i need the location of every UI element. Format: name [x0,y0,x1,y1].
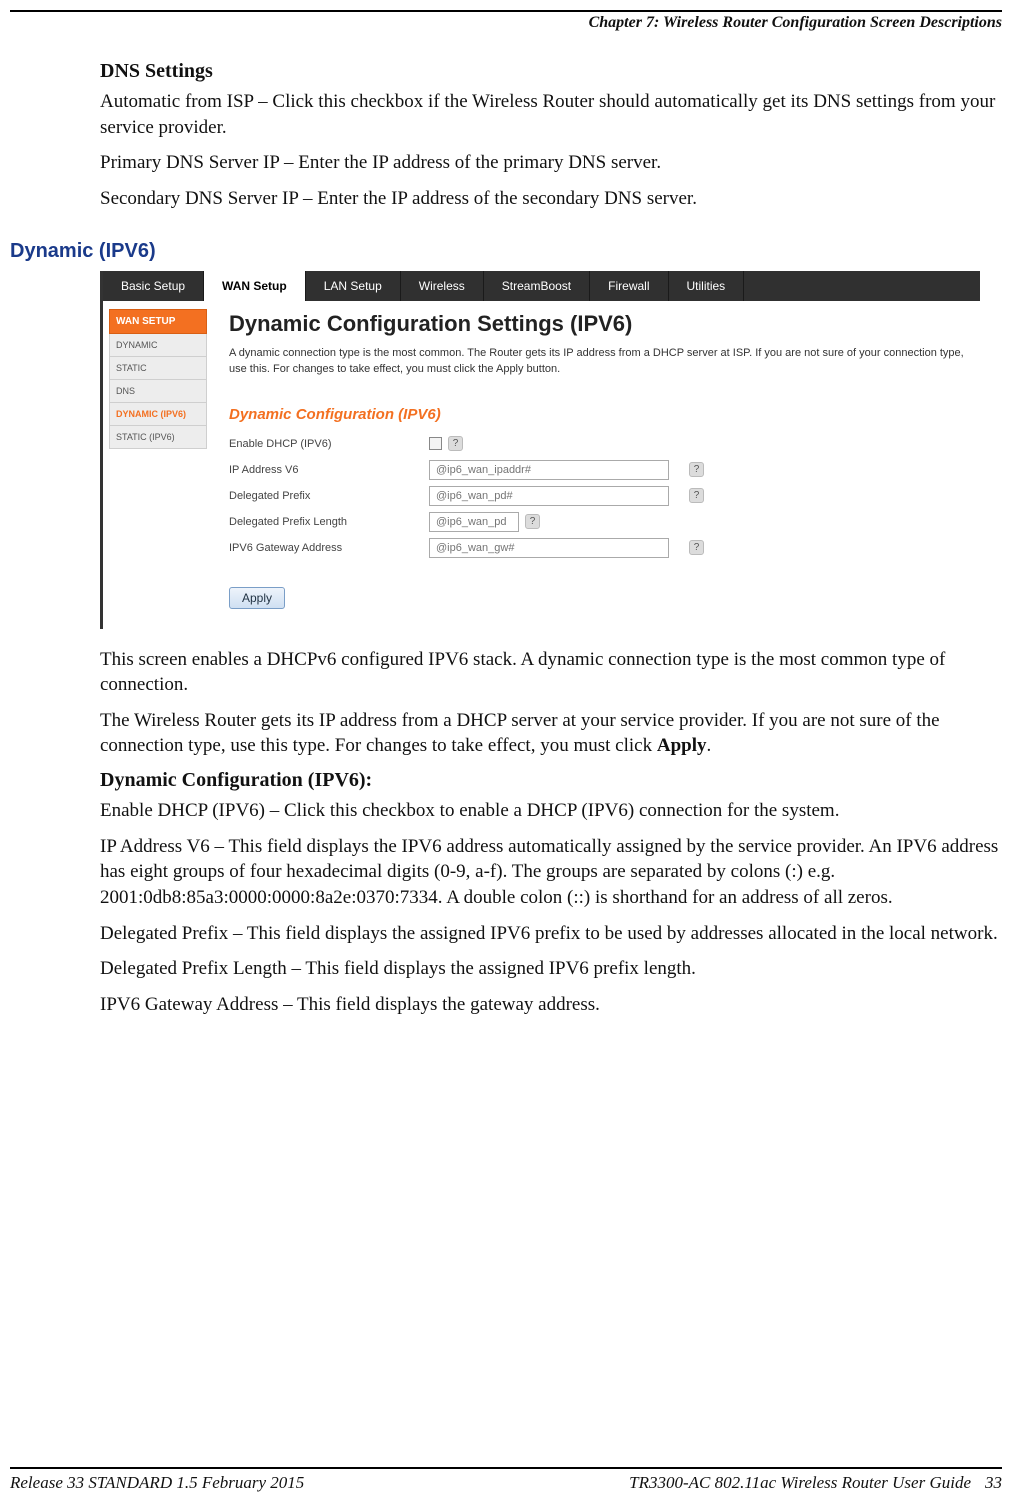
label-delegated-prefix-length: Delegated Prefix Length [229,516,429,528]
tab-wan-setup[interactable]: WAN Setup [204,271,306,301]
footer-left: Release 33 STANDARD 1.5 February 2015 [10,1473,304,1493]
after-p2-apply: Apply [657,735,707,756]
input-delegated-prefix[interactable] [429,486,669,506]
after-p2a: The Wireless Router gets its IP address … [100,710,940,757]
router-ui-screenshot: Basic Setup WAN Setup LAN Setup Wireless… [100,271,980,629]
after-dp: Delegated Prefix – This field displays t… [100,921,1002,947]
label-delegated-prefix: Delegated Prefix [229,490,429,502]
footer-page-number: 33 [985,1473,1002,1493]
after-enable: Enable DHCP (IPV6) – Click this checkbox… [100,798,1002,824]
footer-right: TR3300-AC 802.11ac Wireless Router User … [629,1473,971,1493]
help-icon[interactable]: ? [448,436,463,451]
after-p2: The Wireless Router gets its IP address … [100,708,1002,759]
after-gw: IPV6 Gateway Address – This field displa… [100,992,1002,1018]
side-menu: WAN SETUP DYNAMIC STATIC DNS DYNAMIC (IP… [103,301,213,629]
apply-button[interactable]: Apply [229,587,285,609]
input-ip-address-v6[interactable] [429,460,669,480]
tab-utilities[interactable]: Utilities [669,271,745,301]
help-icon[interactable]: ? [689,540,704,555]
tab-basic-setup[interactable]: Basic Setup [103,271,204,301]
section-dynamic-ipv6-title: Dynamic (IPV6) [10,240,1002,263]
input-ipv6-gateway[interactable] [429,538,669,558]
after-heading: Dynamic Configuration (IPV6): [100,769,1002,792]
dns-auto-text: Automatic from ISP – Click this checkbox… [100,89,1002,140]
top-tabbar: Basic Setup WAN Setup LAN Setup Wireless… [103,271,980,301]
tabbar-spacer [744,271,980,301]
side-head-wan-setup: WAN SETUP [109,309,207,334]
after-p1: This screen enables a DHCPv6 configured … [100,647,1002,698]
side-item-static-ipv6[interactable]: STATIC (IPV6) [109,426,207,449]
dns-secondary-text: Secondary DNS Server IP – Enter the IP a… [100,186,1002,212]
side-item-static[interactable]: STATIC [109,357,207,380]
help-icon[interactable]: ? [525,514,540,529]
label-ip-address-v6: IP Address V6 [229,464,429,476]
side-item-dns[interactable]: DNS [109,380,207,403]
checkbox-enable-dhcp[interactable] [429,437,442,450]
side-item-dynamic-ipv6[interactable]: DYNAMIC (IPV6) [109,403,207,426]
after-p2c: . [706,735,711,756]
after-dpl: Delegated Prefix Length – This field dis… [100,956,1002,982]
help-icon[interactable]: ? [689,462,704,477]
panel-title: Dynamic Configuration Settings (IPV6) [229,311,972,337]
tab-lan-setup[interactable]: LAN Setup [306,271,401,301]
tab-firewall[interactable]: Firewall [590,271,668,301]
dns-settings-heading: DNS Settings [100,60,1002,83]
help-icon[interactable]: ? [689,488,704,503]
label-ipv6-gateway: IPV6 Gateway Address [229,542,429,554]
tab-streamboost[interactable]: StreamBoost [484,271,590,301]
chapter-header: Chapter 7: Wireless Router Configuration… [10,14,1002,32]
panel-subheading: Dynamic Configuration (IPV6) [229,406,972,423]
label-enable-dhcp: Enable DHCP (IPV6) [229,438,429,450]
input-delegated-prefix-length[interactable] [429,512,519,532]
after-ip: IP Address V6 – This field displays the … [100,834,1002,911]
side-item-dynamic[interactable]: DYNAMIC [109,334,207,357]
panel-description: A dynamic connection type is the most co… [229,345,972,378]
tab-wireless[interactable]: Wireless [401,271,484,301]
dns-primary-text: Primary DNS Server IP – Enter the IP add… [100,150,1002,176]
